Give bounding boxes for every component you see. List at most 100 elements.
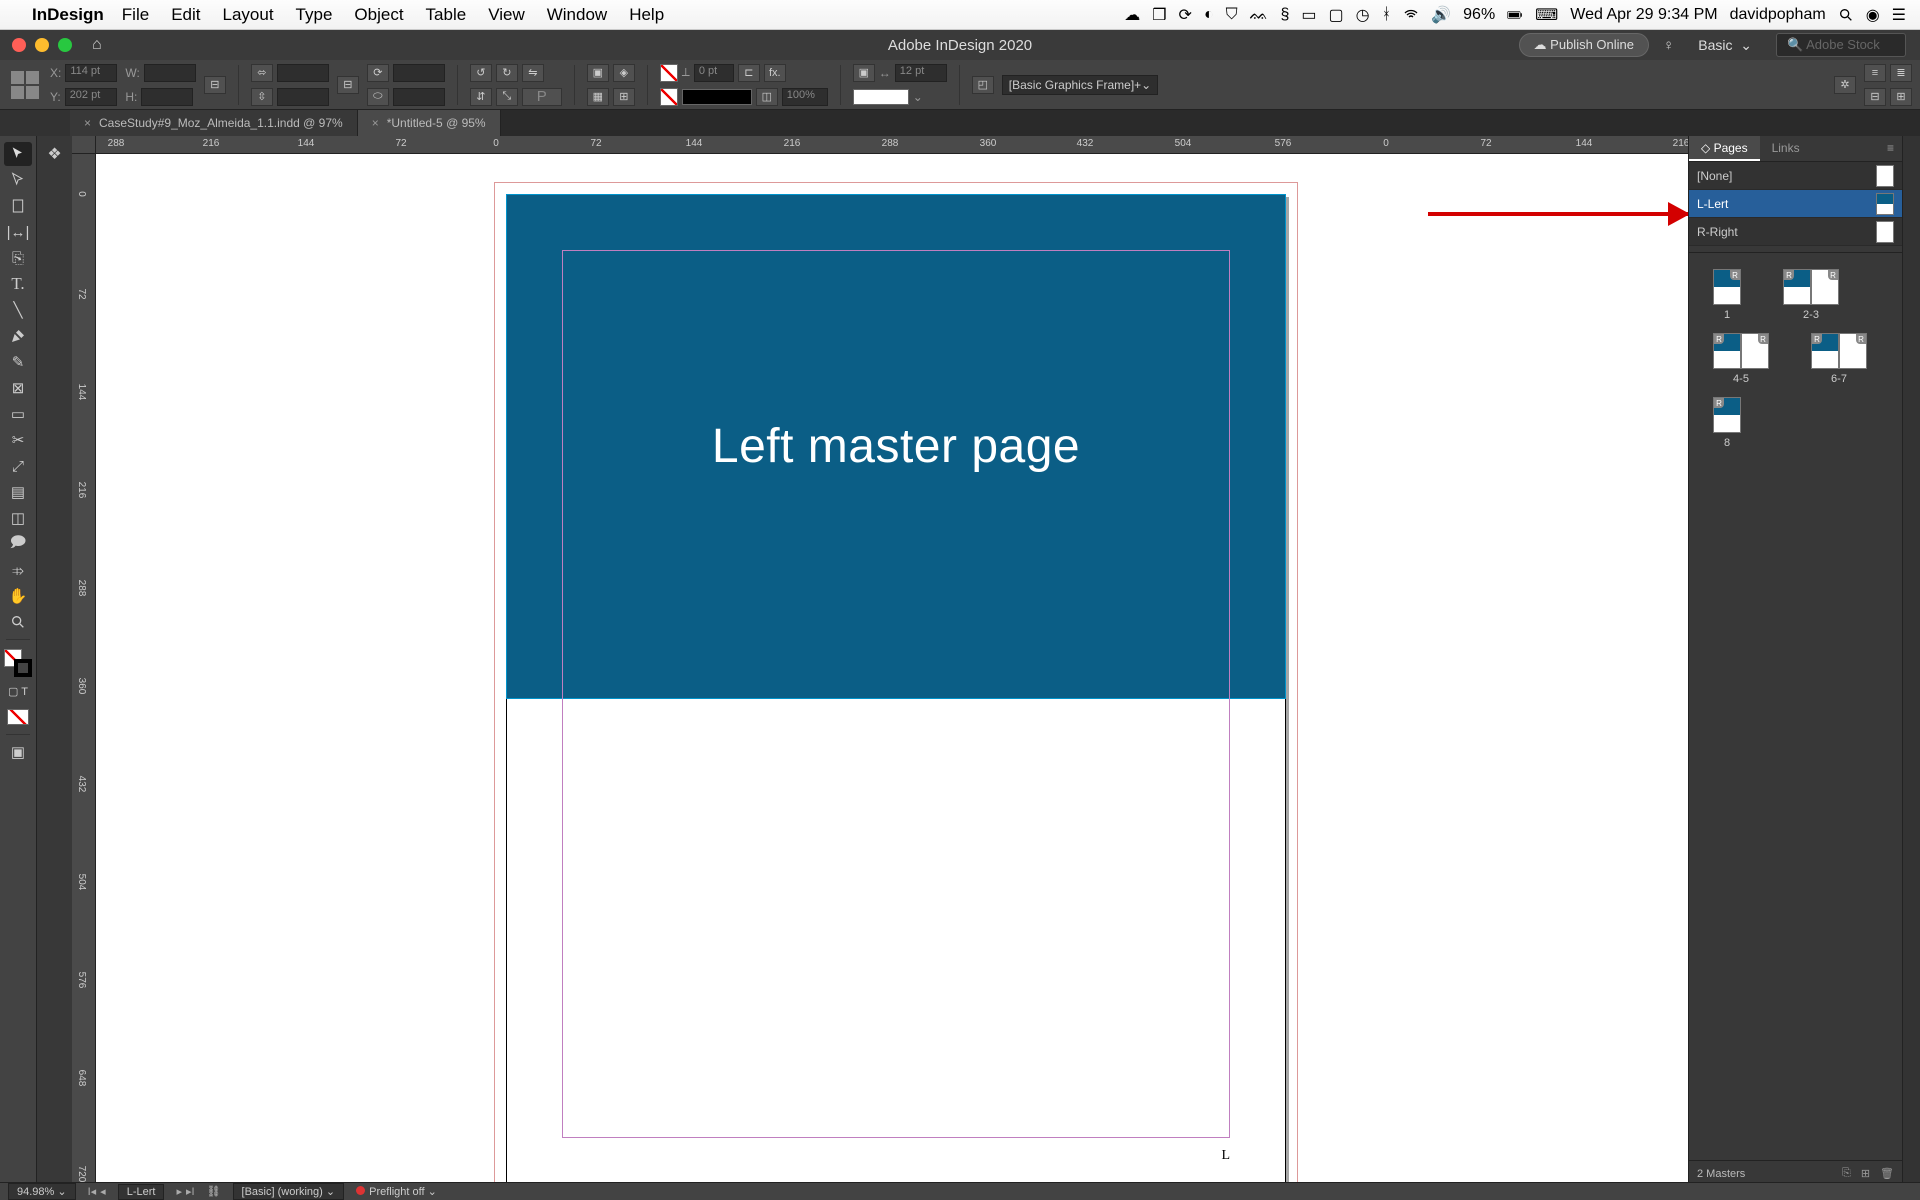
horizontal-ruler[interactable]: 2882161447207214421628836043250457607214… (96, 136, 1688, 154)
type-tool[interactable]: T. (4, 272, 32, 296)
pages-tab[interactable]: ◇ Pages (1689, 136, 1760, 161)
fx-icon[interactable]: fx. (764, 64, 786, 82)
stroke-weight-field[interactable]: 0 pt (694, 64, 734, 82)
notification-icon[interactable]: ☰ (1892, 5, 1906, 25)
page-thumbnail[interactable]: R (1811, 269, 1839, 305)
w-field[interactable] (144, 64, 196, 82)
line-tool[interactable]: ╲ (4, 298, 32, 322)
ruler-origin[interactable] (72, 136, 96, 154)
x-field[interactable]: 114 pt (65, 64, 117, 82)
page-thumbnail[interactable]: R (1839, 333, 1867, 369)
rectangle-tool[interactable]: ▭ (4, 402, 32, 426)
volume-icon[interactable]: 🔊 (1431, 5, 1451, 25)
fill-dropdown-icon[interactable]: ⌄ (913, 90, 923, 104)
fill-preview[interactable] (853, 89, 909, 105)
gradient-feather-tool[interactable]: ◫ (4, 506, 32, 530)
eyedropper-tool[interactable]: ⤃ (4, 558, 32, 582)
page-spread[interactable]: R1 (1713, 269, 1741, 321)
last-page-icon[interactable]: ▸I (186, 1185, 195, 1198)
page-thumbnail[interactable]: R (1741, 333, 1769, 369)
page-tool[interactable] (4, 194, 32, 218)
preflight-status[interactable]: Preflight off ⌄ (356, 1185, 437, 1198)
flip-both-icon[interactable]: ⤡ (496, 88, 518, 106)
page-spread[interactable]: RR4-5 (1713, 333, 1769, 385)
document-tab[interactable]: ×CaseStudy#9_Moz_Almeida_1.1.indd @ 97% (70, 110, 358, 136)
page-spread[interactable]: RR2-3 (1783, 269, 1839, 321)
master-item[interactable]: R-Right (1689, 218, 1902, 246)
constrain-proportions-icon[interactable]: ⊟ (204, 76, 226, 94)
publish-online-button[interactable]: ☁ Publish Online (1519, 33, 1649, 57)
p-char-icon[interactable]: P (522, 88, 562, 106)
scale-x-icon[interactable]: ⬄ (251, 64, 273, 82)
panel-dock-strip[interactable] (1902, 136, 1920, 1186)
menu-object[interactable]: Object (354, 5, 403, 25)
object-style-dropdown[interactable]: [Basic Graphics Frame]+⌄ (1002, 75, 1158, 95)
minimize-window-button[interactable] (35, 38, 49, 52)
reference-point-grid[interactable] (8, 68, 42, 102)
gradient-swatch-tool[interactable]: ▤ (4, 480, 32, 504)
menu-window[interactable]: Window (547, 5, 607, 25)
note-tool[interactable]: 🗩 (4, 532, 32, 556)
stroke-swatch[interactable] (660, 88, 678, 106)
open-nav-icon[interactable]: ⛓ (207, 1185, 221, 1198)
direct-selection-tool[interactable] (4, 168, 32, 192)
page-thumbnail[interactable]: R (1713, 397, 1741, 433)
master-page[interactable]: Left master page L (506, 194, 1286, 1186)
page-thumbnail[interactable]: R (1713, 269, 1741, 305)
sync-icon[interactable]: ⟳ (1179, 5, 1192, 25)
h-field[interactable] (141, 88, 193, 106)
pencil-tool[interactable]: ✎ (4, 350, 32, 374)
butterfly-icon[interactable]: ᨐ (1250, 6, 1269, 24)
workspace-switcher[interactable]: Basic ⌄ (1688, 34, 1762, 57)
bluetooth-icon[interactable]: ᚼ (1382, 6, 1392, 24)
airplay-icon[interactable]: ▢ (1329, 5, 1344, 25)
rectangle-frame-tool[interactable]: ⊠ (4, 376, 32, 400)
new-page-icon[interactable]: ⊞ (1861, 1167, 1870, 1180)
rotate-icon[interactable]: ⟳ (367, 64, 389, 82)
content-collector-tool[interactable]: ⎘ (4, 246, 32, 270)
page-field[interactable]: L-Lert (118, 1184, 165, 1200)
user-name[interactable]: davidpopham (1730, 6, 1826, 24)
master-item[interactable]: [None] (1689, 162, 1902, 190)
gap-field[interactable]: 12 pt (895, 64, 947, 82)
menu-table[interactable]: Table (426, 5, 467, 25)
hand-tool[interactable]: ✋ (4, 584, 32, 608)
wifi-icon[interactable] (1403, 7, 1419, 23)
menu-layout[interactable]: Layout (223, 5, 274, 25)
vertical-ruler[interactable]: 072144216288360432504576648720 (72, 154, 96, 1186)
clock[interactable]: Wed Apr 29 9:34 PM (1570, 6, 1717, 24)
scale-y-icon[interactable]: ⇳ (251, 88, 273, 106)
dropbox-icon[interactable]: ❒ (1152, 5, 1166, 25)
layers-panel-icon[interactable]: ❖ (41, 142, 69, 166)
timer-icon[interactable]: ◷ (1356, 5, 1370, 25)
fill-swatch[interactable] (660, 64, 678, 82)
shear-icon[interactable]: ⬭ (367, 88, 389, 106)
spotlight-icon[interactable] (1838, 7, 1854, 23)
selection-tool[interactable] (4, 142, 32, 166)
menu-edit[interactable]: Edit (171, 5, 200, 25)
align-row2a-icon[interactable]: ⊟ (1864, 88, 1886, 106)
next-page-icon[interactable]: ▸ (176, 1185, 182, 1198)
panel-menu-icon[interactable]: ≡ (1879, 136, 1902, 161)
text-wrap-icon[interactable]: ▣ (853, 64, 875, 82)
zoom-icon[interactable]: § (1280, 6, 1289, 24)
page-spread[interactable]: R8 (1713, 397, 1741, 449)
opacity-icon[interactable]: ◫ (756, 88, 778, 106)
rotate-field[interactable] (393, 64, 445, 82)
y-field[interactable]: 202 pt (65, 88, 117, 106)
page-thumbnail[interactable]: R (1783, 269, 1811, 305)
opacity-field[interactable]: 100% (782, 88, 828, 106)
scissors-tool[interactable]: ✂ (4, 428, 32, 452)
close-tab-icon[interactable]: × (372, 116, 379, 130)
align-row1a-icon[interactable]: ≡ (1864, 64, 1886, 82)
input-icon[interactable]: ⌨ (1535, 5, 1558, 25)
document-canvas[interactable]: 2882161447207214421628836043250457607214… (72, 136, 1688, 1186)
fit-frame-icon[interactable]: ⊞ (613, 88, 635, 106)
cap-icon[interactable]: ⊏ (738, 64, 760, 82)
page-spread[interactable]: RR6-7 (1811, 333, 1867, 385)
link-scale-icon[interactable]: ⊟ (337, 76, 359, 94)
menu-view[interactable]: View (488, 5, 525, 25)
page-thumbnail[interactable]: R (1811, 333, 1839, 369)
prev-page-icon[interactable]: ◂ (100, 1185, 106, 1198)
scale-x-field[interactable] (277, 64, 329, 82)
